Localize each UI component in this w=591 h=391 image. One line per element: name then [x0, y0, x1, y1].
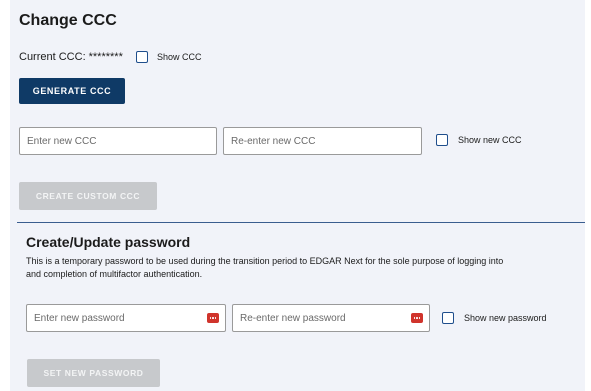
- section-divider: [17, 222, 585, 223]
- current-ccc-label: Current CCC:: [19, 51, 86, 63]
- password-manager-icon[interactable]: [411, 313, 423, 323]
- new-password-placeholder: Enter new password: [34, 312, 125, 324]
- show-new-password-toggle[interactable]: Show new password: [442, 312, 547, 324]
- password-description: This is a temporary password to be used …: [26, 255, 586, 281]
- reenter-password-input[interactable]: Re-enter new password: [232, 304, 430, 332]
- password-description-line1: This is a temporary password to be used …: [26, 256, 504, 266]
- show-new-password-label: Show new password: [464, 313, 547, 323]
- reenter-ccc-input[interactable]: Re-enter new CCC: [223, 127, 422, 155]
- password-manager-icon[interactable]: [207, 313, 219, 323]
- show-ccc-toggle[interactable]: Show CCC: [136, 51, 202, 63]
- show-new-ccc-checkbox[interactable]: [436, 134, 448, 146]
- set-new-password-button[interactable]: SET NEW PASSWORD: [27, 359, 160, 387]
- new-ccc-placeholder: Enter new CCC: [27, 135, 97, 147]
- reenter-password-placeholder: Re-enter new password: [240, 312, 346, 324]
- reenter-ccc-placeholder: Re-enter new CCC: [231, 135, 316, 147]
- show-ccc-checkbox[interactable]: [136, 51, 148, 63]
- current-ccc-value: ********: [88, 51, 123, 63]
- show-new-ccc-toggle[interactable]: Show new CCC: [436, 134, 522, 146]
- show-new-ccc-label: Show new CCC: [458, 135, 522, 145]
- password-description-line2: and completion of multifactor authentica…: [26, 269, 203, 279]
- create-custom-ccc-button[interactable]: CREATE CUSTOM CCC: [19, 182, 157, 210]
- show-ccc-label: Show CCC: [157, 52, 202, 62]
- password-section-title: Create/Update password: [26, 234, 191, 250]
- change-ccc-title: Change CCC: [19, 12, 117, 29]
- new-password-input[interactable]: Enter new password: [26, 304, 226, 332]
- new-ccc-input[interactable]: Enter new CCC: [19, 127, 217, 155]
- generate-ccc-button[interactable]: GENERATE CCC: [19, 78, 125, 104]
- current-ccc: Current CCC: ********: [19, 51, 123, 63]
- show-new-password-checkbox[interactable]: [442, 312, 454, 324]
